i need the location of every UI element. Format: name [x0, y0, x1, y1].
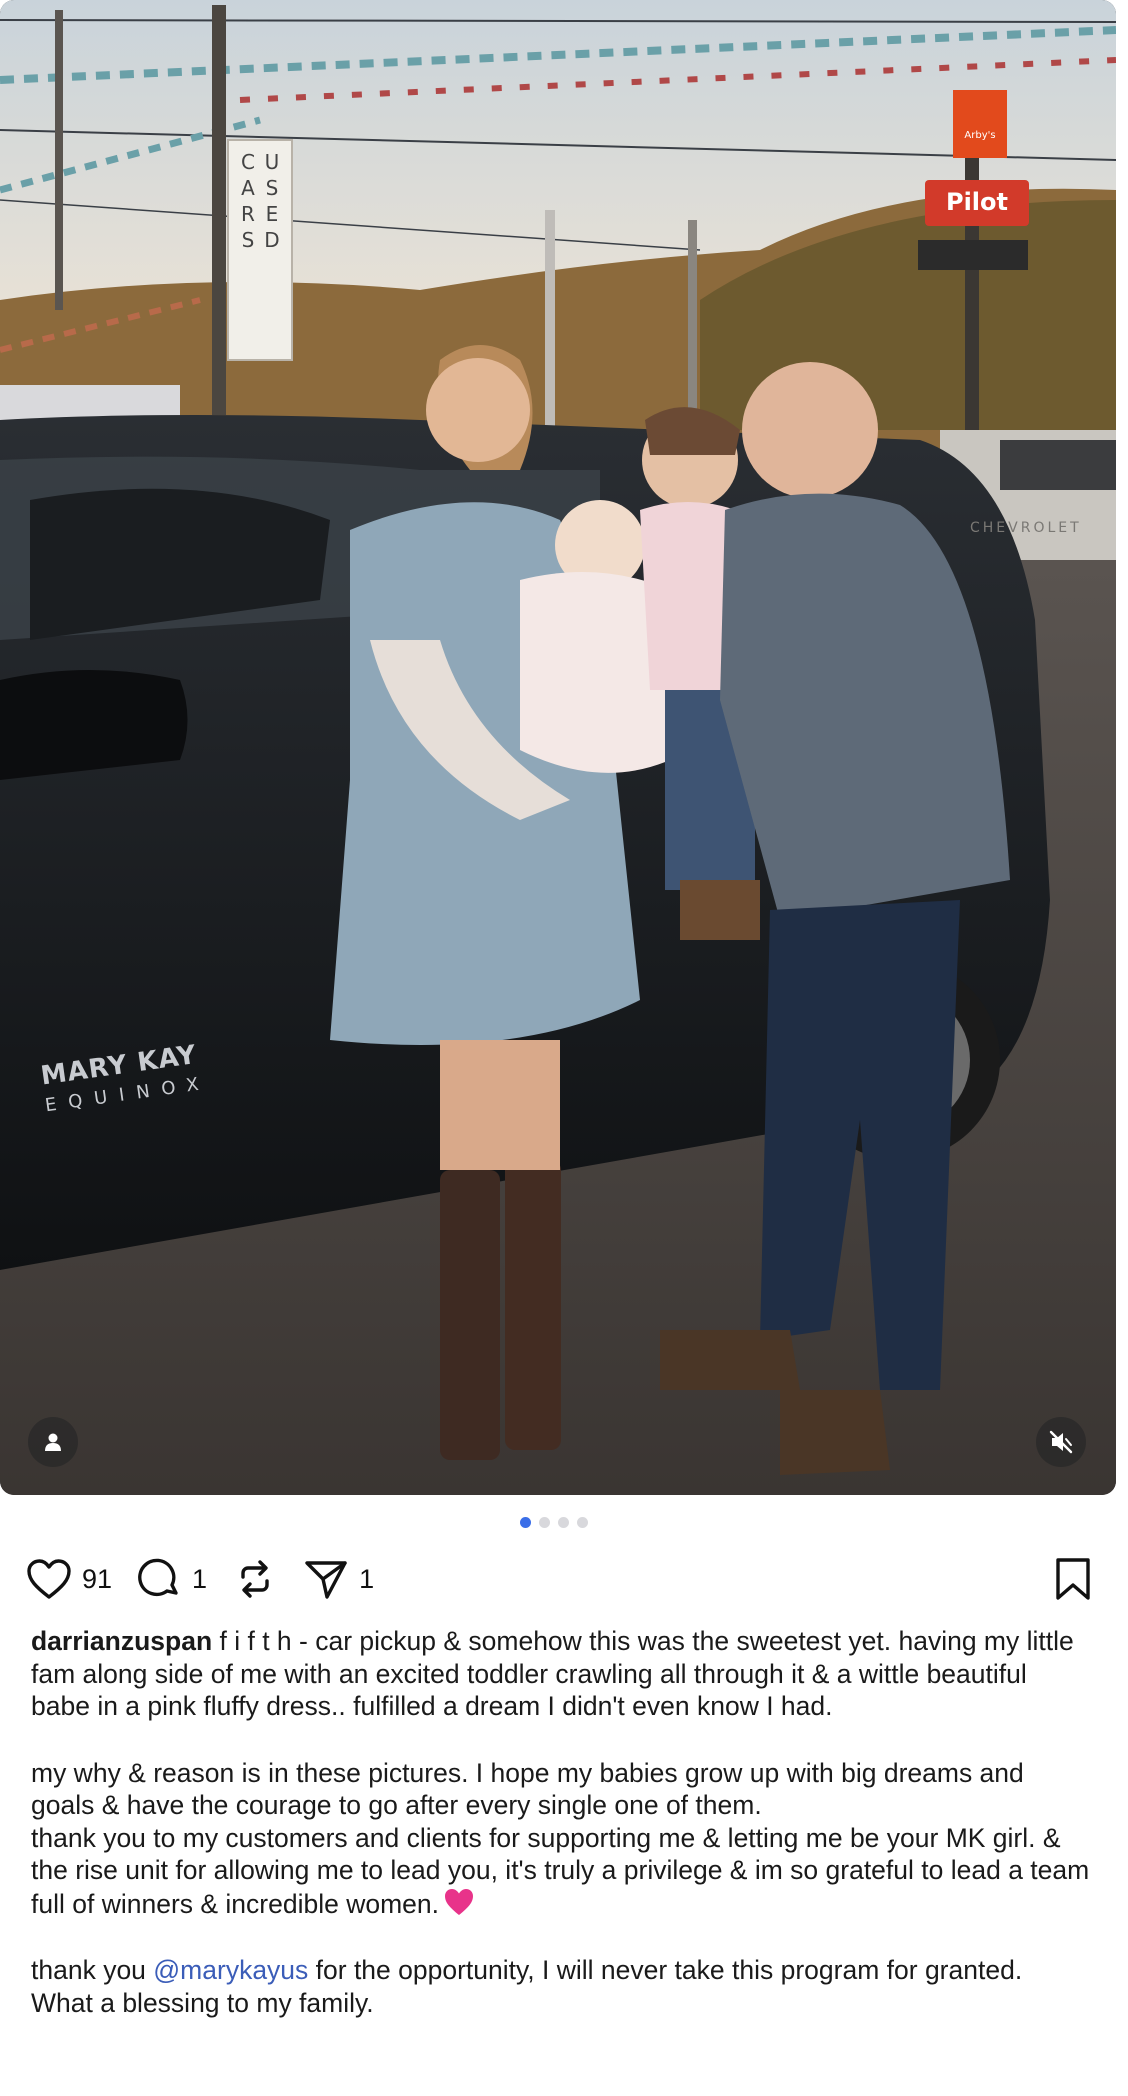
carousel-dot-active[interactable]: [520, 1517, 531, 1528]
tagged-people-button[interactable]: [28, 1417, 78, 1467]
share-button[interactable]: 1: [303, 1557, 374, 1601]
post-action-bar: 91 1 1: [26, 1553, 1092, 1605]
family-car-photo: [0, 0, 1116, 1495]
used-cars-sign-text: USED CARS: [236, 150, 284, 254]
comment-count: 1: [192, 1563, 208, 1594]
pink-heart-emoji-icon: [445, 1888, 473, 1915]
truck-brand-text: CHEVROLET: [970, 520, 1082, 536]
caption-username[interactable]: darrianzuspan: [31, 1626, 212, 1656]
caption-paragraph-1: darrianzuspan f i f t h - car pickup & s…: [31, 1625, 1091, 1723]
comment-button[interactable]: 1: [138, 1557, 207, 1601]
mute-toggle-button[interactable]: [1036, 1417, 1086, 1467]
carousel-indicator: [520, 1517, 588, 1528]
caption-mention-link[interactable]: @marykayus: [153, 1955, 308, 1985]
like-count: 91: [82, 1563, 113, 1594]
bookmark-icon: [1056, 1558, 1090, 1600]
person-icon: [45, 1433, 61, 1451]
caption-paragraph-4: thank you @marykayus for the opportunity…: [31, 1954, 1091, 2019]
post-caption: darrianzuspan f i f t h - car pickup & s…: [31, 1625, 1091, 2019]
caption-text-3: thank you to my customers and clients fo…: [31, 1822, 1090, 1919]
repost-button[interactable]: [233, 1557, 277, 1601]
save-button[interactable]: [1054, 1557, 1092, 1606]
used-cars-sign: USED CARS: [232, 150, 288, 350]
arbys-sign-text: Arby's: [964, 130, 996, 141]
carousel-dot[interactable]: [558, 1517, 569, 1528]
paper-plane-icon: [305, 1561, 347, 1599]
pilot-sign-text: Pilot: [945, 188, 1008, 216]
post-media[interactable]: USED CARS Arby's Pilot CHEVROLET MARY KA…: [0, 0, 1116, 1495]
comment-bubble-icon: [138, 1558, 178, 1597]
repost-icon: [241, 1560, 269, 1598]
like-button[interactable]: 91: [26, 1558, 112, 1600]
caption-paragraph-3: thank you to my customers and clients fo…: [31, 1822, 1091, 1921]
share-count: 1: [359, 1563, 375, 1594]
caption-paragraph-2: my why & reason is in these pictures. I …: [31, 1757, 1024, 1821]
carousel-dot[interactable]: [539, 1517, 550, 1528]
caption-text-4a: thank you: [31, 1955, 154, 1985]
heart-icon: [27, 1559, 71, 1599]
speaker-muted-icon: [1049, 1430, 1073, 1454]
carousel-dot[interactable]: [577, 1517, 588, 1528]
